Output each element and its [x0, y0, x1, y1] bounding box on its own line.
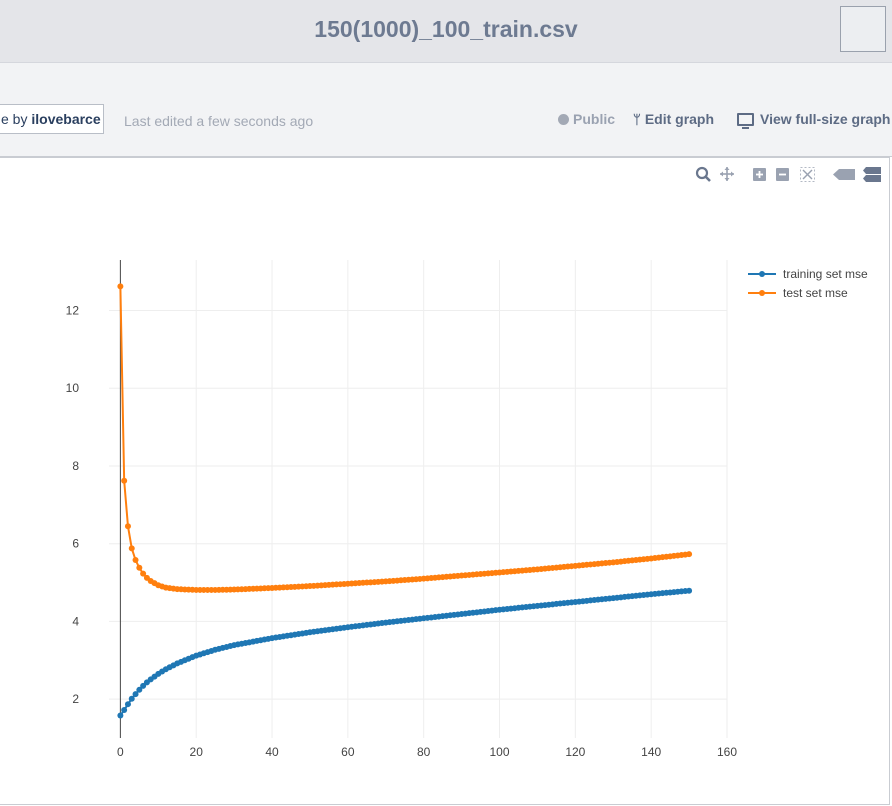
data-point[interactable] [128, 695, 135, 702]
legend-item[interactable]: test set mse [748, 286, 848, 300]
view-full-size-label: View full-size graph [760, 111, 891, 127]
chart-grid [109, 260, 728, 738]
data-point[interactable] [117, 712, 124, 719]
line-chart[interactable]: 0 20 40 60 80 100 120 140 160 2 4 6 8 10 12 training s… [0, 158, 891, 806]
data-point[interactable] [686, 587, 693, 594]
legend-label: test set mse [783, 286, 848, 300]
public-link[interactable]: Public [558, 111, 615, 127]
y-tick-label: 10 [66, 381, 80, 395]
chart-series [117, 283, 693, 719]
x-tick-label: 100 [489, 745, 509, 759]
zoom-icon[interactable] [695, 166, 711, 182]
fork-icon: ᛘ [633, 111, 641, 127]
y-tick-label: 6 [72, 537, 79, 551]
autoscale-icon[interactable] [800, 167, 815, 182]
legend-swatch-marker [759, 290, 765, 296]
x-tick-label: 0 [117, 745, 124, 759]
data-point[interactable] [124, 523, 131, 530]
data-point[interactable] [121, 707, 128, 714]
chart-axes: 0 20 40 60 80 100 120 140 160 2 4 6 8 10 12 [66, 260, 737, 759]
pan-icon[interactable] [720, 167, 734, 181]
last-edited-text: Last edited a few seconds ago [124, 113, 314, 129]
series-test[interactable] [117, 283, 693, 593]
zoom-in-icon[interactable] [753, 168, 766, 181]
legend-swatch-marker [759, 271, 765, 277]
series-line [119, 286, 690, 591]
hover-closest-icon[interactable] [833, 169, 855, 180]
x-tick-label: 80 [417, 745, 431, 759]
page-title: 150(1000)_100_train.csv [314, 16, 578, 42]
author-prefix: e by [1, 111, 28, 127]
data-point[interactable] [686, 551, 693, 558]
author-badge[interactable]: e by ilovebarce [0, 104, 104, 134]
globe-icon [558, 113, 569, 125]
edit-graph-label: Edit graph [644, 111, 715, 127]
x-tick-label: 160 [717, 745, 737, 759]
monitor-icon [737, 112, 754, 129]
data-point[interactable] [121, 477, 128, 484]
title-bar: 150(1000)_100_train.csv [0, 0, 892, 63]
corner-button[interactable] [840, 6, 886, 52]
y-tick-label: 12 [66, 304, 80, 318]
author-name[interactable]: ilovebarce [31, 111, 100, 127]
x-tick-label: 120 [565, 745, 585, 759]
chart-legend: training set mse test set mse [748, 267, 868, 300]
data-point[interactable] [136, 564, 143, 571]
x-tick-label: 40 [265, 745, 279, 759]
modebar [695, 166, 881, 182]
y-tick-label: 4 [72, 614, 79, 628]
y-tick-label: 2 [72, 692, 79, 706]
edit-graph-link[interactable]: ᛘ Edit graph [633, 111, 714, 127]
meta-bar: e by ilovebarce Last edited a few second… [0, 63, 892, 157]
data-point[interactable] [124, 701, 131, 708]
x-tick-label: 60 [341, 745, 355, 759]
data-point[interactable] [128, 545, 135, 552]
plot-container: 0 20 40 60 80 100 120 140 160 2 4 6 8 10 12 training s… [0, 157, 890, 805]
x-tick-label: 140 [641, 745, 661, 759]
x-tick-label: 20 [190, 745, 204, 759]
data-point[interactable] [117, 283, 124, 290]
hover-compare-icon[interactable] [863, 167, 881, 182]
data-point[interactable] [132, 557, 139, 564]
view-full-size-link[interactable]: View full-size graph [737, 111, 891, 129]
legend-label: training set mse [783, 267, 868, 281]
legend-item[interactable]: training set mse [748, 267, 868, 281]
zoom-out-icon[interactable] [776, 168, 789, 181]
public-label: Public [573, 111, 616, 127]
y-tick-label: 8 [72, 459, 79, 473]
